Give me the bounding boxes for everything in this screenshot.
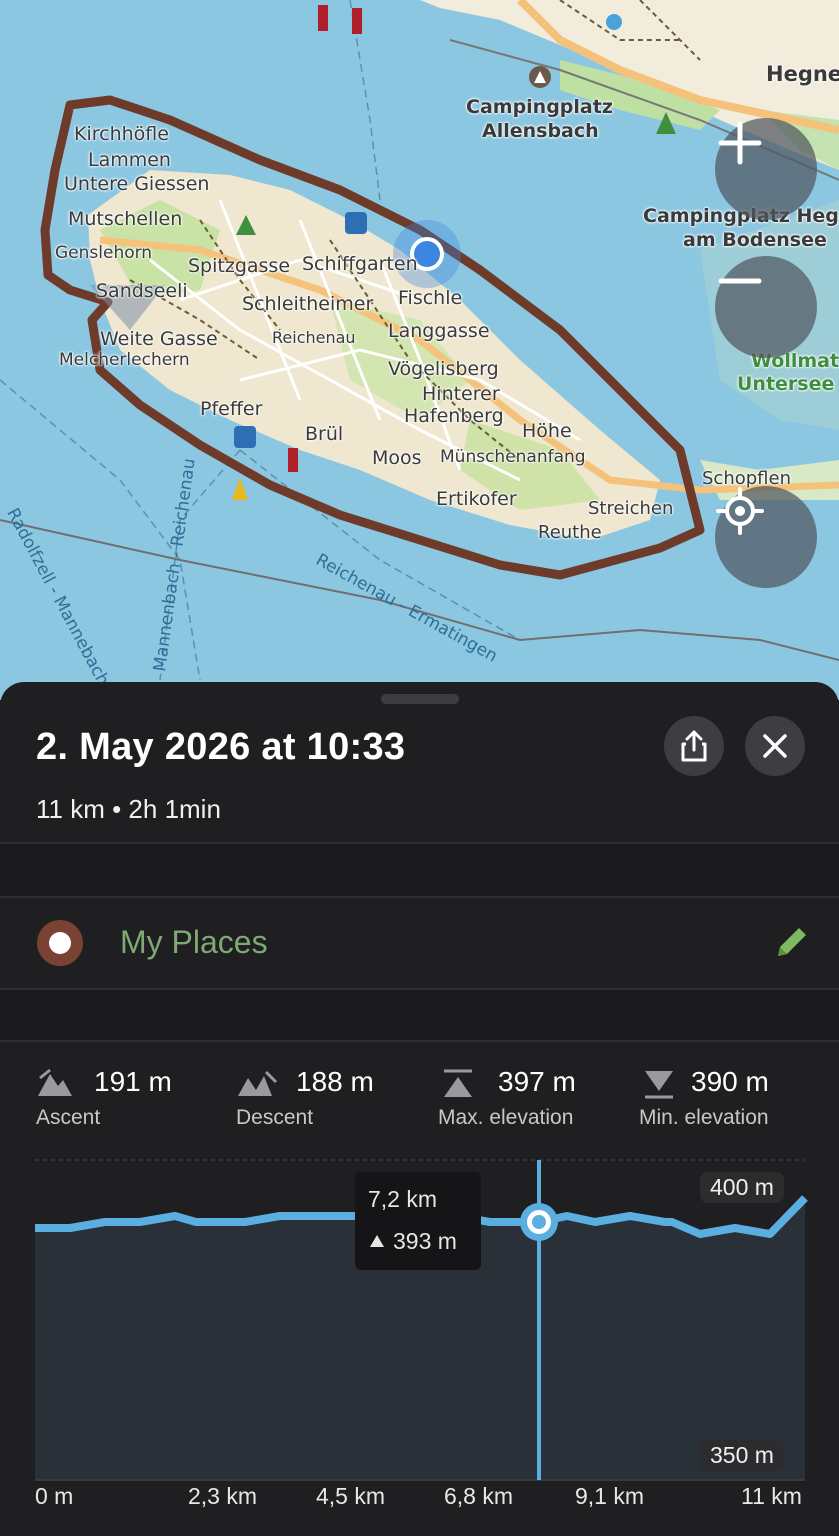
share-icon <box>681 730 707 762</box>
locate-me-button[interactable] <box>715 486 817 588</box>
map-label-weite-gasse: Weite Gasse <box>100 328 218 350</box>
map-label-lammen: Lammen <box>88 149 171 171</box>
lighthouse-icon <box>352 8 362 34</box>
section-spacer <box>0 844 839 896</box>
zoom-in-button[interactable] <box>715 118 817 220</box>
map-label-moos: Moos <box>372 447 422 469</box>
ascent-label: Ascent <box>36 1106 101 1129</box>
min-elevation-icon <box>645 1071 673 1099</box>
crosshair-icon <box>716 487 764 535</box>
descent-icon <box>238 1070 278 1096</box>
chart-cursor-marker-dot <box>532 1215 546 1229</box>
map-label-munschenanfang: Münschenanfang <box>440 447 586 467</box>
map-label-reichenau: Reichenau <box>272 328 356 347</box>
pencil-icon[interactable] <box>770 920 814 964</box>
map-label-reuthe: Reuthe <box>538 522 602 543</box>
map-label-melcherlechern: Melcherlechern <box>59 350 190 370</box>
chart-cursor-tooltip: 7,2 km 393 m <box>355 1172 481 1270</box>
sheet-drag-handle[interactable] <box>381 694 459 704</box>
list-assignment-row[interactable]: My Places <box>0 898 839 988</box>
section-spacer <box>0 990 839 1040</box>
map-view[interactable]: Hegne Campingplatz Allensbach Campingpla… <box>0 0 839 700</box>
min-elevation-value: 390 m <box>691 1066 769 1097</box>
zoom-out-button[interactable] <box>715 256 817 358</box>
max-elevation-icon <box>444 1069 472 1097</box>
plus-icon <box>718 121 762 165</box>
close-button[interactable] <box>745 716 805 776</box>
descent-value: 188 m <box>296 1066 374 1097</box>
track-details-sheet: 2. May 2026 at 10:33 11 km • 2h 1min My … <box>0 682 839 1536</box>
map-label-sandseeli: Sandseeli <box>96 280 188 302</box>
map-label-wollmatinger: Untersee - <box>737 373 839 395</box>
map-label-ertikofer: Ertikofer <box>436 488 517 510</box>
map-label-genslehorn: Genslehorn <box>55 243 153 263</box>
track-title: 2. May 2026 at 10:33 <box>36 726 406 768</box>
ascent-icon <box>38 1068 72 1096</box>
map-label-campingplatz-hegne: am Bodensee <box>683 229 827 251</box>
map-label-mutschellen: Mutschellen <box>68 208 183 230</box>
list-color-icon <box>37 920 83 966</box>
close-icon <box>763 734 787 758</box>
map-label-campingplatz-allensbach: Allensbach <box>482 120 599 142</box>
map-label-hafenberg: Hafenberg <box>404 405 504 427</box>
map-label-langgasse: Langgasse <box>388 320 490 342</box>
ascent-triangle-icon <box>370 1235 384 1247</box>
map-label-hohe: Höhe <box>522 420 572 442</box>
share-button[interactable] <box>664 716 724 776</box>
x-tick-label: 9,1 km <box>575 1483 645 1509</box>
minus-icon <box>718 278 762 284</box>
map-label-vogelisberg: Vögelisberg <box>388 358 499 380</box>
descent-label: Descent <box>236 1106 314 1129</box>
lighthouse-icon <box>318 5 328 31</box>
min-elevation-label: Min. elevation <box>639 1106 769 1129</box>
x-tick-label: 11 km <box>741 1483 802 1509</box>
tooltip-distance: 7,2 km <box>368 1186 438 1212</box>
map-label-schleitheimer: Schleitheimer <box>242 293 374 315</box>
map-label-hinterer: Hinterer <box>422 383 500 405</box>
lighthouse-icon <box>288 448 298 472</box>
tooltip-elevation: 393 m <box>393 1228 457 1254</box>
ferry-icon <box>234 426 256 448</box>
y-tick-label: 350 m <box>700 1440 784 1471</box>
map-label-kirchhofle: Kirchhöfle <box>74 123 169 145</box>
x-tick-label: 2,3 km <box>188 1483 258 1509</box>
y-tick-label: 400 m <box>700 1172 784 1203</box>
camping-icon <box>529 66 551 88</box>
x-tick-label: 0 m <box>35 1483 74 1509</box>
map-label-streichen: Streichen <box>588 498 674 519</box>
map-label-pfeffer: Pfeffer <box>200 398 263 420</box>
x-tick-label: 4,5 km <box>316 1483 386 1509</box>
divider <box>0 1040 839 1042</box>
map-label-hegne: Hegne <box>766 62 839 86</box>
list-name: My Places <box>120 924 268 960</box>
max-elevation-value: 397 m <box>498 1066 576 1097</box>
track-summary: 11 km • 2h 1min <box>36 794 221 824</box>
map-label-brul: Brül <box>305 423 344 445</box>
map-label-fischle: Fischle <box>398 287 463 309</box>
ascent-value: 191 m <box>94 1066 172 1097</box>
x-tick-label: 6,8 km <box>444 1483 514 1509</box>
ferry-icon <box>345 212 367 234</box>
map-label-spitzgasse: Spitzgasse <box>188 255 291 277</box>
map-label-schiffgarten: Schiffgarten <box>302 253 418 275</box>
map-label-untere-giessen: Untere Giessen <box>64 173 210 195</box>
map-label-campingplatz-allensbach: Campingplatz <box>466 96 613 118</box>
max-elevation-label: Max. elevation <box>438 1106 574 1129</box>
water-drop-icon <box>606 14 622 30</box>
